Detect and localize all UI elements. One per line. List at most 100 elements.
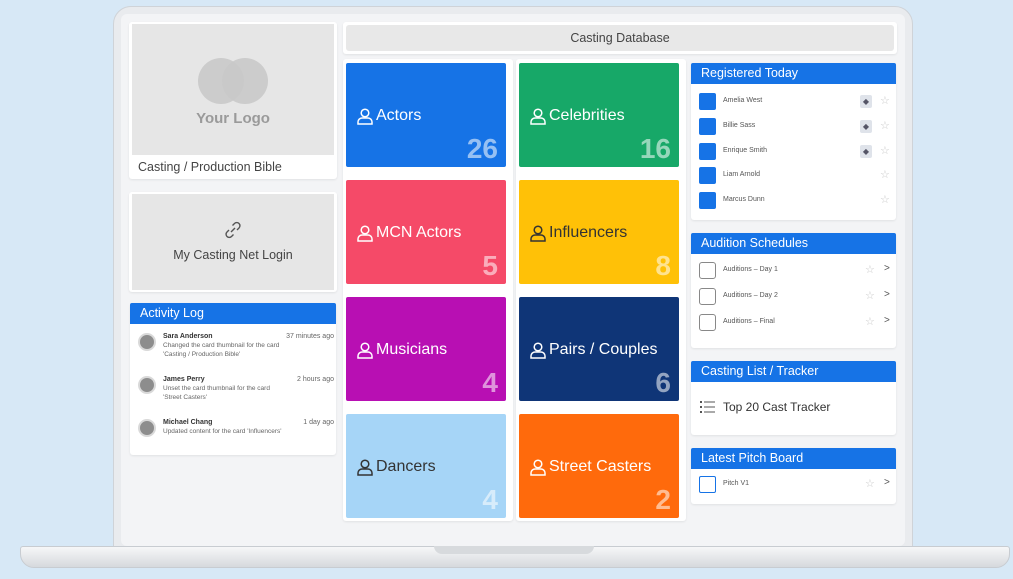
user-icon: [699, 192, 716, 209]
tile-label: Influencers: [549, 224, 628, 241]
user-icon: [530, 108, 546, 125]
avatar: [138, 333, 156, 351]
user-icon: [699, 118, 716, 135]
registered-name: Enrique Smith: [723, 147, 767, 154]
tile-count: 6: [655, 367, 671, 398]
user-icon: [357, 225, 373, 242]
tile-label: Pairs / Couples: [549, 341, 658, 358]
star-icon[interactable]: ☆: [865, 263, 875, 276]
star-icon[interactable]: ☆: [880, 119, 890, 132]
star-icon[interactable]: ☆: [865, 315, 875, 328]
star-icon[interactable]: ☆: [880, 144, 890, 157]
link-icon: [225, 221, 241, 239]
auditions-header: Audition Schedules: [691, 233, 896, 254]
user-icon: [530, 225, 546, 242]
shield-icon: ◆: [860, 120, 872, 133]
activity-name: James Perry: [163, 376, 205, 383]
avatar: [138, 419, 156, 437]
logo-text: Your Logo: [196, 110, 270, 127]
audition-name: Auditions – Day 2: [723, 292, 778, 299]
registered-name: Billie Sass: [723, 122, 756, 129]
star-icon[interactable]: ☆: [865, 289, 875, 302]
activity-item[interactable]: Sara Anderson 37 minutes ago Changed the…: [138, 333, 334, 363]
activity-desc: Changed the card thumbnail for the card …: [163, 342, 280, 358]
pitch-header: Latest Pitch Board: [691, 448, 896, 469]
user-icon: [357, 459, 373, 476]
tile-street-casters[interactable]: Street Casters 2: [519, 414, 679, 518]
pitch-row[interactable]: Pitch V1 ☆ >: [697, 474, 893, 496]
tracker-panel: Casting List / Tracker Top 20 Cast Track…: [691, 361, 896, 435]
registered-row[interactable]: Liam Arnold ☆: [697, 165, 893, 187]
tile-label: MCN Actors: [376, 224, 462, 241]
tile-musicians[interactable]: Musicians 4: [346, 297, 506, 401]
tile-dancers[interactable]: Dancers 4: [346, 414, 506, 518]
tile-pairs-couples[interactable]: Pairs / Couples 6: [519, 297, 679, 401]
laptop-notch: [434, 546, 594, 554]
registered-row[interactable]: Enrique Smith ◆ ☆: [697, 141, 893, 163]
registered-row[interactable]: Amelia West ◆ ☆: [697, 91, 893, 113]
user-icon: [699, 167, 716, 184]
clipboard-icon: [699, 314, 716, 331]
activity-time: 1 day ago: [303, 419, 334, 426]
tile-label: Dancers: [376, 458, 436, 475]
page-title: Casting Database: [346, 25, 894, 51]
activity-log-header: Activity Log: [130, 303, 336, 324]
activity-name: Sara Anderson: [163, 333, 213, 340]
logo-image: Your Logo: [132, 24, 334, 155]
chevron-right-icon[interactable]: >: [884, 289, 890, 300]
tile-count: 5: [482, 250, 498, 281]
board-icon: [699, 476, 716, 493]
shield-icon: ◆: [860, 95, 872, 108]
activity-item[interactable]: James Perry 2 hours ago Unset the card t…: [138, 376, 334, 406]
user-icon: [357, 342, 373, 359]
activity-item[interactable]: Michael Chang 1 day ago Updated content …: [138, 419, 334, 449]
user-icon: [357, 108, 373, 125]
star-icon[interactable]: ☆: [880, 94, 890, 107]
tile-count: 4: [482, 484, 498, 515]
tile-count: 2: [655, 484, 671, 515]
audition-row[interactable]: Auditions – Day 1 ☆ >: [697, 260, 893, 282]
registered-today-panel: Registered Today Amelia West ◆ ☆ Billie …: [691, 63, 896, 220]
registered-name: Marcus Dunn: [723, 196, 765, 203]
tracker-header: Casting List / Tracker: [691, 361, 896, 382]
activity-desc: Unset the card thumbnail for the card 'S…: [163, 385, 270, 401]
tile-count: 4: [482, 367, 498, 398]
clipboard-icon: [699, 262, 716, 279]
chevron-right-icon[interactable]: >: [884, 263, 890, 274]
tile-label: Musicians: [376, 341, 448, 358]
tile-mcn-actors[interactable]: MCN Actors 5: [346, 180, 506, 284]
chevron-right-icon[interactable]: >: [884, 477, 890, 488]
user-icon: [530, 342, 546, 359]
pitch-board-panel: Latest Pitch Board Pitch V1 ☆ >: [691, 448, 896, 504]
star-icon[interactable]: ☆: [865, 477, 875, 490]
login-card[interactable]: My Casting Net Login: [132, 194, 334, 290]
activity-log-panel: Activity Log Sara Anderson 37 minutes ag…: [130, 303, 336, 455]
audition-row[interactable]: Auditions – Day 2 ☆ >: [697, 286, 893, 308]
logo-circle-right: [222, 58, 268, 104]
tile-celebrities[interactable]: Celebrities 16: [519, 63, 679, 167]
star-icon[interactable]: ☆: [880, 193, 890, 206]
registered-row[interactable]: Billie Sass ◆ ☆: [697, 116, 893, 138]
audition-row[interactable]: Auditions – Final ☆ >: [697, 312, 893, 334]
registered-name: Amelia West: [723, 97, 763, 104]
tile-actors[interactable]: Actors 26: [346, 63, 506, 167]
audition-name: Auditions – Day 1: [723, 266, 778, 273]
avatar: [138, 376, 156, 394]
tracker-row[interactable]: Top 20 Cast Tracker: [697, 397, 893, 419]
pitch-name: Pitch V1: [723, 480, 750, 487]
user-icon: [699, 143, 716, 160]
activity-time: 37 minutes ago: [286, 333, 334, 340]
tracker-name: Top 20 Cast Tracker: [723, 400, 831, 414]
tile-label: Celebrities: [549, 107, 625, 124]
registered-row[interactable]: Marcus Dunn ☆: [697, 190, 893, 212]
activity-name: Michael Chang: [163, 419, 213, 426]
star-icon[interactable]: ☆: [880, 168, 890, 181]
audition-name: Auditions – Final: [723, 318, 775, 325]
tile-influencers[interactable]: Influencers 8: [519, 180, 679, 284]
activity-desc: Updated content for the card 'Influencer…: [163, 428, 282, 435]
activity-time: 2 hours ago: [297, 376, 334, 383]
chevron-right-icon[interactable]: >: [884, 315, 890, 326]
logo-caption[interactable]: Casting / Production Bible: [138, 160, 282, 174]
tile-count: 16: [639, 133, 671, 164]
tile-count: 8: [655, 250, 671, 281]
